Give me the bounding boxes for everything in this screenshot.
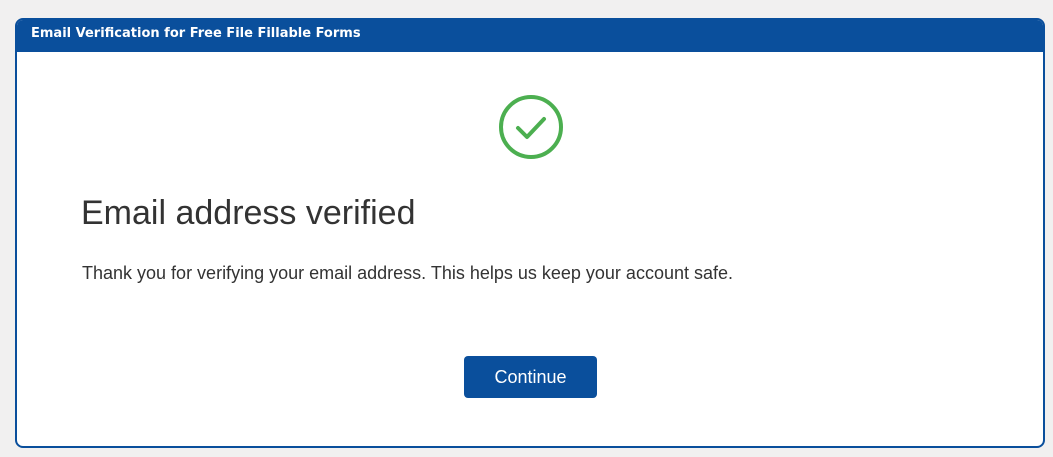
dialog-title: Email Verification for Free File Fillabl… xyxy=(17,20,1043,52)
check-circle-icon xyxy=(498,94,564,160)
verification-dialog: Email Verification for Free File Fillabl… xyxy=(15,18,1045,448)
verification-message: Thank you for verifying your email addre… xyxy=(82,263,733,283)
page-title: Email address verified xyxy=(81,194,416,232)
continue-button[interactable]: Continue xyxy=(464,356,597,398)
